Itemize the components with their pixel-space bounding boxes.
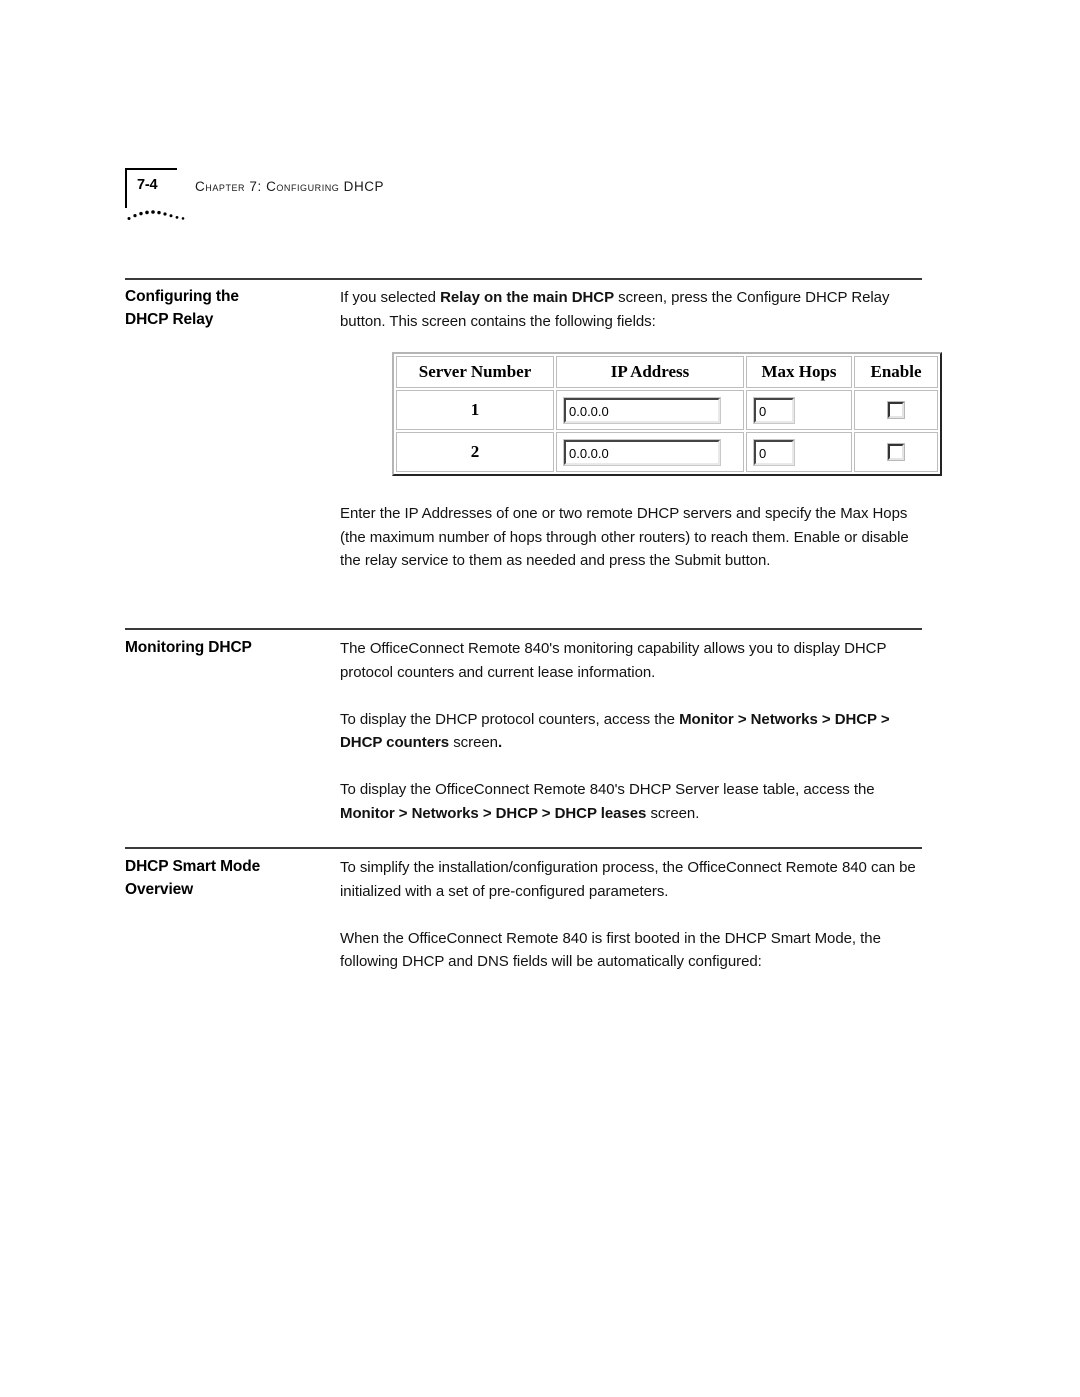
paragraph: Enter the IP Addresses of one or two rem…: [340, 505, 909, 569]
ip-address-input-2[interactable]: 0.0.0.0: [563, 438, 721, 466]
header-dot-flourish: [127, 210, 185, 220]
chapter-title: Chapter 7: Configuring DHCP: [195, 179, 385, 194]
paragraph: If you selected Relay on the main DHCP s…: [340, 289, 890, 330]
cell-max-hops: 0: [746, 390, 852, 430]
cell-enable: [854, 432, 938, 472]
table-header-row: Server Number IP Address Max Hops Enable: [396, 356, 938, 388]
column-header-max-hops: Max Hops: [746, 356, 852, 388]
cell-server-number: 2: [396, 432, 554, 472]
section-heading-line-1: Monitoring DHCP: [125, 639, 252, 656]
section-rule-3: [125, 847, 922, 849]
paragraph: When the OfficeConnect Remote 840 is fir…: [340, 929, 881, 971]
paragraph: To simplify the installation/configurati…: [340, 859, 916, 900]
section-heading-line-2: DHCP Relay: [125, 310, 214, 328]
cell-max-hops: 0: [746, 432, 852, 472]
cell-ip-address: 0.0.0.0: [556, 432, 744, 472]
ip-address-input-1[interactable]: 0.0.0.0: [563, 396, 721, 424]
section-heading-dhcp-smart-mode-overview: DHCP Smart Mode Overview: [125, 856, 330, 901]
enable-checkbox-2[interactable]: [887, 443, 905, 462]
column-header-ip-address: IP Address: [556, 356, 744, 388]
table-row: 2 0.0.0.0 0: [396, 432, 938, 472]
emphasis-relay-on-main-dhcp: Relay on the main DHCP: [440, 289, 615, 306]
section-rule-1: [125, 278, 922, 280]
emphasis-monitor-dhcp-leases-path: Monitor > Networks > DHCP > DHCP leases: [340, 804, 647, 822]
max-hops-input-2[interactable]: 0: [753, 438, 795, 466]
paragraph: To display the OfficeConnect Remote 840'…: [340, 781, 875, 822]
section-heading-line-1: Configuring the: [125, 288, 239, 305]
paragraph: The OfficeConnect Remote 840's monitorin…: [340, 640, 887, 681]
section-body-relay-instructions: Enter the IP Addresses of one or two rem…: [340, 502, 930, 573]
section-heading-line-2: Overview: [125, 880, 194, 898]
dhcp-relay-table: Server Number IP Address Max Hops Enable…: [392, 352, 942, 476]
table-row: 1 0.0.0.0 0: [396, 390, 938, 430]
enable-checkbox-1[interactable]: [887, 401, 905, 420]
max-hops-input-1[interactable]: 0: [753, 396, 795, 424]
cell-enable: [854, 390, 938, 430]
section-heading-monitoring-dhcp: Monitoring DHCP: [125, 637, 330, 660]
column-header-enable: Enable: [854, 356, 938, 388]
section-body-monitoring-dhcp: The OfficeConnect Remote 840's monitorin…: [340, 637, 930, 825]
section-rule-2: [125, 628, 922, 630]
page-running-header: 7-4 Chapter 7: Configuring DHCP: [125, 168, 925, 228]
dhcp-relay-form-screenshot: Server Number IP Address Max Hops Enable…: [392, 352, 942, 476]
page-number: 7-4: [137, 177, 158, 193]
section-body-configuring-dhcp-relay: If you selected Relay on the main DHCP s…: [340, 286, 930, 333]
section-heading-configuring-dhcp-relay: Configuring the DHCP Relay: [125, 286, 330, 331]
paragraph: To display the DHCP protocol counters, a…: [340, 710, 890, 752]
column-header-server-number: Server Number: [396, 356, 554, 388]
section-heading-line-1: DHCP Smart Mode: [125, 858, 261, 875]
section-body-dhcp-smart-mode-overview: To simplify the installation/configurati…: [340, 856, 930, 974]
cell-server-number: 1: [396, 390, 554, 430]
cell-ip-address: 0.0.0.0: [556, 390, 744, 430]
